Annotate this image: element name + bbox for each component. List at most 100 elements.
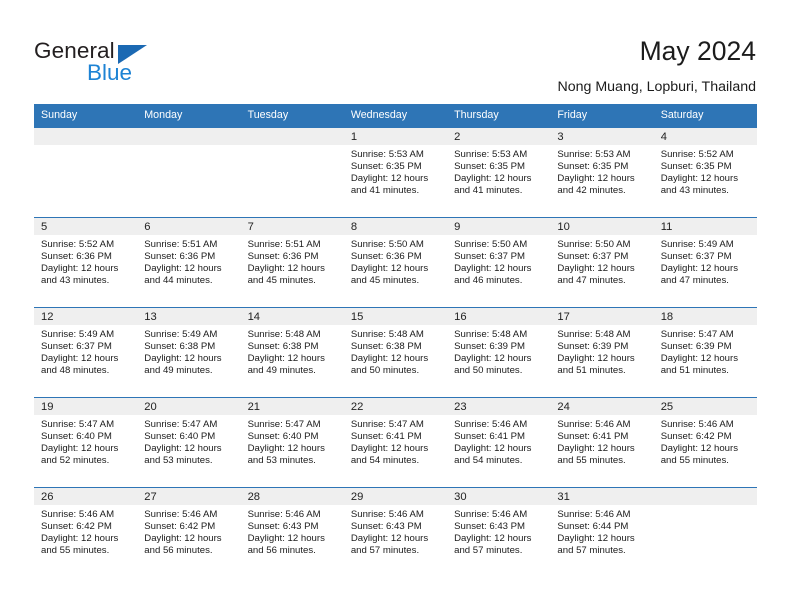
calendar-day-cell[interactable]: 31 Sunrise: 5:46 AM Sunset: 6:44 PM Dayligh… — [550, 487, 654, 577]
sunset-text: Sunset: 6:42 PM — [41, 520, 112, 532]
weekday-header-row: Sunday Monday Tuesday Wednesday Thursday… — [34, 104, 757, 128]
calendar-day-cell[interactable]: 7 Sunrise: 5:51 AM Sunset: 6:36 PM Daylight… — [240, 217, 344, 308]
day-number: 19 — [34, 398, 138, 415]
sunset-text: Sunset: 6:36 PM — [41, 250, 112, 262]
day-number: 24 — [550, 398, 654, 415]
calendar-day-cell[interactable]: 18 Sunrise: 5:47 AM Sunset: 6:39 PM Dayligh… — [653, 307, 757, 398]
day-sun-info: Sunrise: 5:46 AM Sunset: 6:42 PM Daylight:… — [137, 505, 240, 557]
day-number: 29 — [343, 488, 448, 505]
sunset-text: Sunset: 6:40 PM — [247, 430, 319, 442]
daylight-text-line2: and 45 minutes. — [350, 274, 420, 286]
day-sun-info: Sunrise: 5:53 AM Sunset: 6:35 PM Daylight:… — [550, 145, 653, 197]
sunrise-text: Sunrise: 5:50 AM — [557, 239, 631, 250]
daylight-text-line2: and 54 minutes. — [454, 454, 523, 466]
daylight-text-line1: Daylight: 12 hours — [41, 442, 119, 454]
calendar-day-cell[interactable]: 16 Sunrise: 5:48 AM Sunset: 6:39 PM Dayligh… — [447, 307, 551, 398]
calendar-day-cell[interactable]: 25 Sunrise: 5:46 AM Sunset: 6:42 PM Dayligh… — [653, 397, 757, 488]
sunset-text: Sunset: 6:35 PM — [660, 160, 732, 172]
calendar-day-cell[interactable]: 26 Sunrise: 5:46 AM Sunset: 6:42 PM Dayligh… — [34, 487, 138, 577]
day-sun-info: Sunrise: 5:48 AM Sunset: 6:39 PM Daylight:… — [550, 325, 653, 377]
daylight-text-line1: Daylight: 12 hours — [454, 532, 532, 544]
calendar-day-cell[interactable]: 5 Sunrise: 5:52 AM Sunset: 6:36 PM Daylight… — [34, 217, 138, 308]
sunrise-text: Sunrise: 5:51 AM — [144, 239, 218, 250]
sunset-text: Sunset: 6:42 PM — [144, 520, 216, 532]
calendar-day-cell[interactable]: 11 Sunrise: 5:49 AM Sunset: 6:37 PM Dayligh… — [653, 217, 757, 308]
day-cell-content: 14 Sunrise: 5:48 AM Sunset: 6:38 PM Dayligh… — [240, 308, 344, 397]
daylight-text-line1: Daylight: 12 hours — [557, 532, 635, 544]
day-cell-content: 9 Sunrise: 5:50 AM Sunset: 6:37 PM Daylight… — [447, 218, 551, 307]
day-number: 6 — [137, 218, 241, 235]
sunrise-text: Sunrise: 5:53 AM — [350, 149, 424, 160]
calendar-week-row: 12 Sunrise: 5:49 AM Sunset: 6:37 PM Dayligh… — [34, 307, 757, 398]
sunrise-text: Sunrise: 5:47 AM — [660, 329, 734, 340]
daylight-text-line1: Daylight: 12 hours — [454, 352, 532, 364]
calendar-day-cell[interactable]: 3 Sunrise: 5:53 AM Sunset: 6:35 PM Daylight… — [550, 127, 654, 218]
sunrise-text: Sunrise: 5:48 AM — [557, 329, 631, 340]
daylight-text-line1: Daylight: 12 hours — [247, 352, 325, 364]
daylight-text-line2: and 55 minutes. — [557, 454, 626, 466]
calendar-day-cell[interactable]: 27 Sunrise: 5:46 AM Sunset: 6:42 PM Dayligh… — [137, 487, 241, 577]
daylight-text-line2: and 49 minutes. — [247, 364, 316, 376]
calendar-day-cell[interactable]: 14 Sunrise: 5:48 AM Sunset: 6:38 PM Dayligh… — [240, 307, 344, 398]
daylight-text-line2: and 52 minutes. — [41, 454, 110, 466]
day-number: 14 — [240, 308, 344, 325]
calendar-day-cell[interactable]: 22 Sunrise: 5:47 AM Sunset: 6:41 PM Dayligh… — [343, 397, 448, 488]
calendar-day-cell[interactable]: 19 Sunrise: 5:47 AM Sunset: 6:40 PM Dayligh… — [34, 397, 138, 488]
calendar-day-cell[interactable]: 6 Sunrise: 5:51 AM Sunset: 6:36 PM Daylight… — [137, 217, 241, 308]
day-cell-content — [34, 128, 138, 217]
daylight-text-line2: and 55 minutes. — [660, 454, 729, 466]
day-number — [653, 488, 757, 505]
daylight-text-line1: Daylight: 12 hours — [144, 532, 222, 544]
calendar-day-cell[interactable]: 10 Sunrise: 5:50 AM Sunset: 6:37 PM Dayligh… — [550, 217, 654, 308]
daylight-text-line2: and 53 minutes. — [144, 454, 213, 466]
sunrise-text: Sunrise: 5:49 AM — [41, 329, 115, 340]
calendar-day-cell[interactable]: 2 Sunrise: 5:53 AM Sunset: 6:35 PM Daylight… — [447, 127, 551, 218]
day-cell-content: 27 Sunrise: 5:46 AM Sunset: 6:42 PM Dayligh… — [137, 488, 241, 577]
day-number — [34, 128, 138, 145]
sunset-text: Sunset: 6:43 PM — [454, 520, 526, 532]
daylight-text-line2: and 49 minutes. — [144, 364, 213, 376]
sunset-text: Sunset: 6:36 PM — [350, 250, 422, 262]
daylight-text-line2: and 50 minutes. — [454, 364, 523, 376]
calendar-day-cell[interactable]: 20 Sunrise: 5:47 AM Sunset: 6:40 PM Dayligh… — [137, 397, 241, 488]
daylight-text-line2: and 43 minutes. — [41, 274, 110, 286]
calendar-day-cell[interactable]: 9 Sunrise: 5:50 AM Sunset: 6:37 PM Daylight… — [447, 217, 551, 308]
sunset-text: Sunset: 6:41 PM — [557, 430, 629, 442]
calendar-day-cell[interactable]: 30 Sunrise: 5:46 AM Sunset: 6:43 PM Dayligh… — [447, 487, 551, 577]
day-number: 11 — [653, 218, 757, 235]
sunset-text: Sunset: 6:37 PM — [660, 250, 732, 262]
sunrise-text: Sunrise: 5:46 AM — [557, 419, 631, 430]
daylight-text-line1: Daylight: 12 hours — [557, 172, 635, 184]
weekday-header-monday: Monday — [137, 104, 241, 128]
sunrise-text: Sunrise: 5:47 AM — [350, 419, 424, 430]
calendar-day-cell[interactable]: 8 Sunrise: 5:50 AM Sunset: 6:36 PM Daylight… — [343, 217, 448, 308]
sunrise-text: Sunrise: 5:52 AM — [41, 239, 115, 250]
calendar-day-cell[interactable]: 24 Sunrise: 5:46 AM Sunset: 6:41 PM Dayligh… — [550, 397, 654, 488]
daylight-text-line2: and 50 minutes. — [350, 364, 420, 376]
day-number: 1 — [343, 128, 448, 145]
calendar-day-cell[interactable]: 13 Sunrise: 5:49 AM Sunset: 6:38 PM Dayligh… — [137, 307, 241, 398]
calendar-day-cell[interactable]: 12 Sunrise: 5:49 AM Sunset: 6:37 PM Dayligh… — [34, 307, 138, 398]
daylight-text-line1: Daylight: 12 hours — [454, 262, 532, 274]
sunset-text: Sunset: 6:40 PM — [144, 430, 216, 442]
calendar-day-cell[interactable]: 29 Sunrise: 5:46 AM Sunset: 6:43 PM Dayligh… — [343, 487, 448, 577]
weekday-header-saturday: Saturday — [653, 104, 757, 128]
calendar-day-cell[interactable]: 4 Sunrise: 5:52 AM Sunset: 6:35 PM Daylight… — [653, 127, 757, 218]
sunrise-text: Sunrise: 5:48 AM — [454, 329, 528, 340]
day-sun-info: Sunrise: 5:50 AM Sunset: 6:37 PM Daylight:… — [550, 235, 653, 287]
calendar-day-cell[interactable]: 28 Sunrise: 5:46 AM Sunset: 6:43 PM Dayligh… — [240, 487, 344, 577]
calendar-day-cell[interactable]: 17 Sunrise: 5:48 AM Sunset: 6:39 PM Dayligh… — [550, 307, 654, 398]
sunset-text: Sunset: 6:37 PM — [557, 250, 629, 262]
daylight-text-line2: and 51 minutes. — [660, 364, 729, 376]
sunrise-text: Sunrise: 5:47 AM — [41, 419, 115, 430]
calendar-day-cell[interactable]: 21 Sunrise: 5:47 AM Sunset: 6:40 PM Dayligh… — [240, 397, 344, 488]
sunrise-text: Sunrise: 5:53 AM — [454, 149, 528, 160]
calendar-day-cell[interactable]: 15 Sunrise: 5:48 AM Sunset: 6:38 PM Dayligh… — [343, 307, 448, 398]
calendar-day-cell[interactable]: 23 Sunrise: 5:46 AM Sunset: 6:41 PM Dayligh… — [447, 397, 551, 488]
daylight-text-line2: and 48 minutes. — [41, 364, 110, 376]
day-number: 20 — [137, 398, 241, 415]
day-cell-content: 29 Sunrise: 5:46 AM Sunset: 6:43 PM Dayligh… — [343, 488, 448, 577]
day-cell-content: 25 Sunrise: 5:46 AM Sunset: 6:42 PM Dayligh… — [653, 398, 757, 487]
calendar-day-cell[interactable]: 1 Sunrise: 5:53 AM Sunset: 6:35 PM Daylight… — [343, 127, 448, 218]
day-sun-info: Sunrise: 5:49 AM Sunset: 6:37 PM Daylight:… — [654, 235, 757, 287]
